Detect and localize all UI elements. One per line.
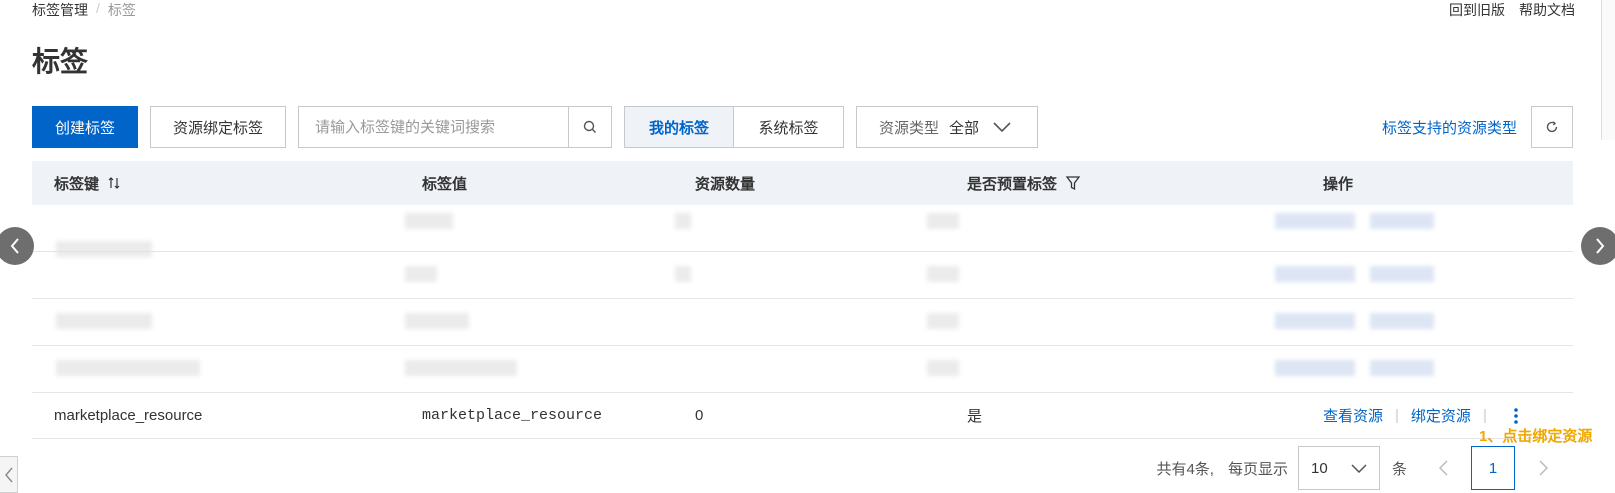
refresh-icon <box>1546 121 1558 133</box>
view-resources-link[interactable]: 查看资源 <box>1323 405 1383 426</box>
filter-icon[interactable] <box>1065 175 1081 191</box>
chevron-left-icon <box>4 467 13 482</box>
table-row-obscured <box>32 299 1573 346</box>
search-input[interactable] <box>299 107 569 147</box>
tag-type-toggle: 我的标签 系统标签 <box>624 106 845 148</box>
top-links: 回到旧版 帮助文档 <box>1449 0 1575 20</box>
breadcrumb-item-tag-management[interactable]: 标签管理 <box>32 0 88 20</box>
cell-tag-key: marketplace_resource <box>54 407 203 424</box>
pagination: 共有4条, 每页显示 10 条 1 <box>1156 446 1563 490</box>
cell-actions: 查看资源 | 绑定资源 | <box>1323 405 1519 426</box>
header-resource-count: 资源数量 <box>695 175 756 193</box>
resource-type-label: 资源类型 <box>879 119 940 137</box>
breadcrumb-separator: / <box>96 0 100 16</box>
tab-my-tags[interactable]: 我的标签 <box>624 106 735 148</box>
header-preset-tag: 是否预置标签 <box>967 173 1081 194</box>
table-row-obscured <box>32 252 1573 299</box>
cell-resource-count: 0 <box>695 407 704 424</box>
per-page-value: 10 <box>1310 459 1328 477</box>
header-tag-value: 标签值 <box>422 175 468 193</box>
tags-table: 标签键 标签值 资源数量 是否预置标签 操作 marketplace_resou… <box>32 161 1573 439</box>
old-version-link[interactable]: 回到旧版 <box>1449 0 1505 20</box>
total-count: 共有4条, <box>1156 460 1214 478</box>
header-tag-key[interactable]: 标签键 <box>54 173 121 194</box>
carousel-prev-button[interactable] <box>0 227 34 265</box>
table-header: 标签键 标签值 资源数量 是否预置标签 操作 <box>32 161 1573 205</box>
side-panel-toggle[interactable] <box>0 456 18 493</box>
more-vertical-icon <box>1514 407 1518 424</box>
table-row-obscured <box>32 205 1573 257</box>
per-page-select[interactable]: 10 <box>1297 446 1380 490</box>
carousel-next-button[interactable] <box>1581 227 1615 265</box>
resource-type-select[interactable]: 资源类型 全部 <box>856 106 1039 148</box>
table-row-obscured <box>32 346 1573 393</box>
annotation-note: 1、点击绑定资源 <box>1479 428 1593 445</box>
per-page-unit: 条 <box>1391 460 1407 478</box>
breadcrumb: 标签管理 / 标签 <box>32 0 136 20</box>
toolbar: 创建标签 资源绑定标签 我的标签 系统标签 资源类型 全部 标签支持的资源类型 <box>32 106 1573 148</box>
search-box <box>298 106 613 148</box>
chevron-left-icon <box>10 238 19 254</box>
search-button[interactable] <box>568 107 611 147</box>
search-icon <box>583 120 597 133</box>
header-preset-tag-label: 是否预置标签 <box>967 175 1058 193</box>
page-title: 标签 <box>32 46 89 77</box>
chevron-down-icon <box>993 122 1011 132</box>
chevron-right-icon <box>1596 238 1605 254</box>
cell-preset-tag: 是 <box>967 408 983 425</box>
bind-resource-tag-button[interactable]: 资源绑定标签 <box>150 106 287 148</box>
chevron-left-icon <box>1438 460 1448 476</box>
prev-page-button[interactable] <box>1423 460 1463 476</box>
sort-icon[interactable] <box>107 176 121 190</box>
table-row: marketplace_resource marketplace_resourc… <box>32 393 1573 439</box>
refresh-button[interactable] <box>1531 106 1573 148</box>
chevron-down-icon <box>1351 463 1367 473</box>
action-divider: | <box>1395 407 1399 424</box>
right-edge-panel <box>1601 0 1615 140</box>
resource-type-value: 全部 <box>949 119 980 137</box>
header-tag-key-label: 标签键 <box>54 175 100 193</box>
header-actions: 操作 <box>1323 175 1354 193</box>
more-actions-button[interactable] <box>1513 407 1519 425</box>
help-docs-link[interactable]: 帮助文档 <box>1519 0 1575 20</box>
next-page-button[interactable] <box>1523 460 1563 476</box>
page-number-current[interactable]: 1 <box>1471 446 1515 490</box>
create-tag-button[interactable]: 创建标签 <box>32 106 139 148</box>
supported-resource-types-link[interactable]: 标签支持的资源类型 <box>1382 117 1517 138</box>
bind-resources-link[interactable]: 绑定资源 <box>1411 405 1471 426</box>
tab-system-tags[interactable]: 系统标签 <box>734 106 845 148</box>
cell-tag-value: marketplace_resource <box>422 407 603 424</box>
breadcrumb-item-tags: 标签 <box>107 2 136 18</box>
per-page-label: 每页显示 <box>1227 460 1288 478</box>
chevron-right-icon <box>1538 460 1548 476</box>
action-divider: | <box>1482 407 1487 424</box>
